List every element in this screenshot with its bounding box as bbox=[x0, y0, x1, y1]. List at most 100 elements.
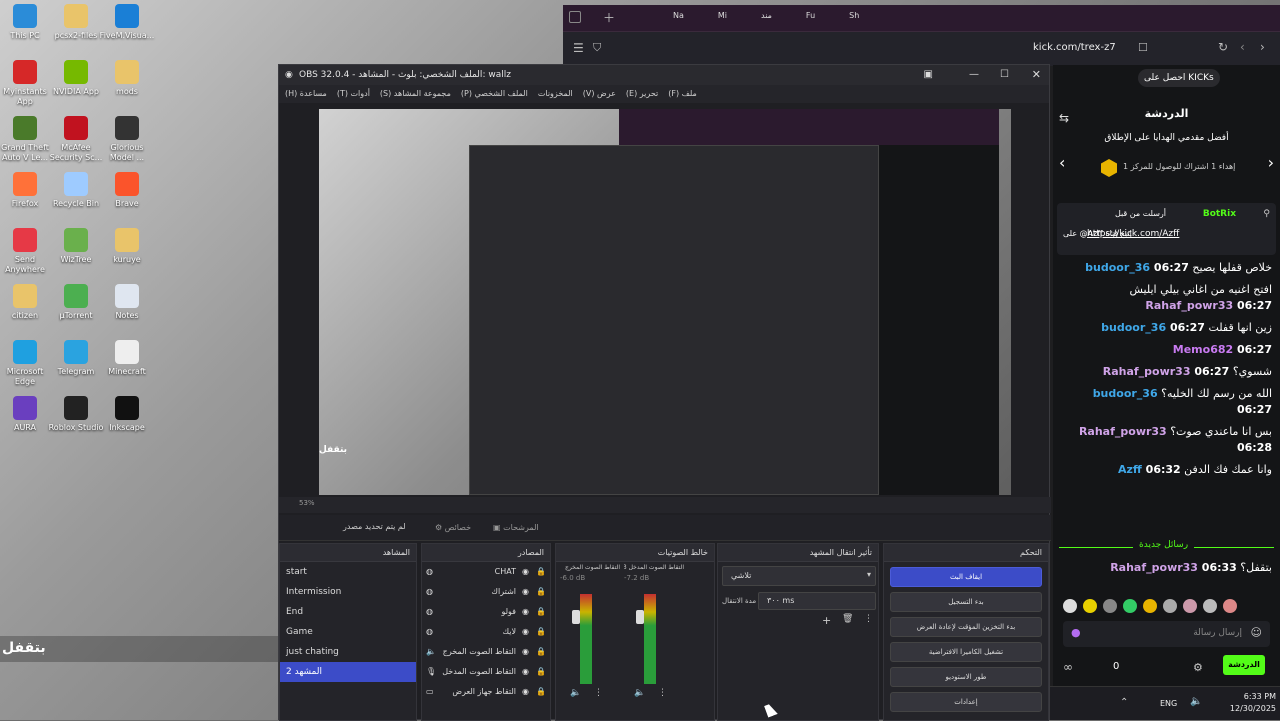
obs-menu-item[interactable]: الملف الشخصي (P) bbox=[461, 85, 528, 103]
source-item[interactable]: ◍ اشتراك ◉ 🔒 bbox=[422, 582, 550, 602]
scene-item[interactable]: just chating bbox=[280, 642, 416, 662]
desktop-icon[interactable]: Grand Theft Auto V Le... bbox=[0, 116, 53, 163]
tab-actions-icon[interactable] bbox=[569, 11, 581, 23]
eye-icon[interactable]: ◉ bbox=[522, 582, 536, 602]
emote-icon[interactable] bbox=[1103, 599, 1117, 613]
desktop-icon[interactable]: Roblox Studio bbox=[48, 396, 104, 433]
control-button[interactable]: بدء التسجيل bbox=[890, 592, 1042, 612]
pip-icon[interactable]: ▣ bbox=[924, 65, 933, 85]
get-kicks-button[interactable]: احصل على KICKs bbox=[1138, 69, 1220, 87]
emote-icon[interactable] bbox=[1123, 599, 1137, 613]
lock-icon[interactable]: 🔒 bbox=[536, 662, 546, 682]
clock-time[interactable]: 6:33 PM bbox=[1226, 692, 1276, 701]
chat-send-button[interactable]: الدردشة bbox=[1223, 655, 1265, 675]
maximize-icon[interactable]: ☐ bbox=[1000, 65, 1009, 85]
obs-menu-item[interactable]: أدوات (T) bbox=[337, 85, 370, 103]
lock-icon[interactable]: 🔒 bbox=[536, 562, 546, 582]
desktop-icon[interactable]: Microsoft Edge bbox=[0, 340, 53, 387]
transition-select[interactable]: تلاشي ▾ bbox=[722, 566, 876, 586]
eye-icon[interactable]: ◉ bbox=[522, 562, 536, 582]
desktop-icon[interactable]: Telegram bbox=[48, 340, 104, 377]
scene-item[interactable]: Game bbox=[280, 622, 416, 642]
source-item[interactable]: ▭ التقاط جهاز العرض ◉ 🔒 bbox=[422, 682, 550, 702]
control-button[interactable]: بدء التخزين المؤقت لإعادة العرض bbox=[890, 617, 1042, 637]
emote-icon[interactable] bbox=[1163, 599, 1177, 613]
reload-icon[interactable]: ↻ bbox=[1218, 40, 1228, 54]
add-transition-icon[interactable]: + bbox=[822, 614, 831, 627]
obs-menu-item[interactable]: عرض (V) bbox=[583, 85, 616, 103]
infinity-icon[interactable]: ∞ bbox=[1063, 660, 1073, 674]
chat-username[interactable]: budoor_36 bbox=[1101, 321, 1170, 334]
next-arrow-icon[interactable]: › bbox=[1268, 153, 1274, 172]
menu-icon[interactable]: ☰ bbox=[573, 41, 584, 55]
desktop-icon[interactable]: AURA bbox=[0, 396, 53, 433]
clock-date[interactable]: 12/30/2025 bbox=[1226, 704, 1276, 713]
tray-chevron-icon[interactable]: ⌃ bbox=[1120, 697, 1128, 708]
eye-icon[interactable]: ◉ bbox=[522, 602, 536, 622]
new-tab-icon[interactable]: ＋ bbox=[603, 9, 615, 26]
desktop-icon[interactable]: FiveM.Visua... bbox=[99, 4, 155, 41]
more-icon[interactable]: ⋮ bbox=[658, 688, 667, 698]
emote-icon[interactable] bbox=[1143, 599, 1157, 613]
emote-icon[interactable] bbox=[1223, 599, 1237, 613]
desktop-icon[interactable]: Recycle Bin bbox=[48, 172, 104, 209]
obs-menu-item[interactable]: تحرير (E) bbox=[626, 85, 658, 103]
desktop-icon[interactable]: NVIDIA App bbox=[48, 60, 104, 97]
browser-tab[interactable]: Fu bbox=[806, 11, 815, 20]
lock-icon[interactable]: 🔒 bbox=[536, 582, 546, 602]
emote-icon[interactable] bbox=[1083, 599, 1097, 613]
speaker-icon[interactable]: 🔈 bbox=[634, 688, 645, 698]
desktop-icon[interactable]: Myinstants App bbox=[0, 60, 53, 107]
desktop-icon[interactable]: Send Anywhere bbox=[0, 228, 53, 275]
trash-icon[interactable]: 🗑 bbox=[842, 614, 853, 624]
scene-item[interactable]: start bbox=[280, 562, 416, 582]
obs-preview[interactable]: بتقفل bbox=[319, 109, 1011, 495]
chat-username[interactable]: Azff bbox=[1118, 463, 1146, 476]
chat-username[interactable]: Memo682 bbox=[1173, 343, 1237, 356]
desktop-icon[interactable]: Notes bbox=[99, 284, 155, 321]
minimize-icon[interactable]: — bbox=[969, 65, 979, 85]
scene-item[interactable]: Intermission bbox=[280, 582, 416, 602]
speaker-icon[interactable]: 🔈 bbox=[570, 688, 581, 698]
obs-menu-item[interactable]: ملف (F) bbox=[668, 85, 697, 103]
more-icon[interactable]: ⋮ bbox=[594, 688, 603, 698]
eye-icon[interactable]: ◉ bbox=[522, 682, 536, 702]
emote-icon[interactable] bbox=[1203, 599, 1217, 613]
lock-icon[interactable]: 🔒 bbox=[536, 622, 546, 642]
chat-username[interactable]: Rahaf_powr33 bbox=[1079, 425, 1167, 438]
lock-icon[interactable]: 🔒 bbox=[536, 682, 546, 702]
volume-icon[interactable]: 🔈 bbox=[1190, 696, 1202, 707]
control-button[interactable]: طور الاستوديو bbox=[890, 667, 1042, 687]
emote-icon[interactable] bbox=[1183, 599, 1197, 613]
desktop-icon[interactable]: kuruye bbox=[99, 228, 155, 265]
obs-menu-item[interactable]: مساعدة (H) bbox=[285, 85, 327, 103]
lock-icon[interactable]: 🔒 bbox=[536, 602, 546, 622]
lock-icon[interactable]: 🔒 bbox=[536, 642, 546, 662]
filters-button[interactable]: ▣ المرشحات bbox=[487, 520, 545, 536]
eye-icon[interactable]: ◉ bbox=[522, 662, 536, 682]
desktop-icon[interactable]: Inkscape bbox=[99, 396, 155, 433]
source-item[interactable]: 🔈 التقاط الصوت المخرج ◉ 🔒 bbox=[422, 642, 550, 662]
obs-menu-item[interactable]: المخزونات bbox=[538, 85, 573, 103]
browser-tab[interactable]: مند bbox=[761, 11, 772, 20]
obs-menu-item[interactable]: مجموعة المشاهد (S) bbox=[380, 85, 451, 103]
browser-tab[interactable]: Mi bbox=[718, 11, 727, 20]
bookmark-icon[interactable]: ☐ bbox=[1138, 41, 1148, 54]
desktop-icon[interactable]: Firefox bbox=[0, 172, 53, 209]
desktop-icon[interactable]: Brave bbox=[99, 172, 155, 209]
prev-arrow-icon[interactable]: ‹ bbox=[1059, 153, 1065, 172]
source-item[interactable]: ◍ لايك ◉ 🔒 bbox=[422, 622, 550, 642]
desktop-icon[interactable]: Minecraft bbox=[99, 340, 155, 377]
source-item[interactable]: ◍ CHAT ◉ 🔒 bbox=[422, 562, 550, 582]
desktop-icon[interactable]: mods bbox=[99, 60, 155, 97]
desktop-icon[interactable]: pcsx2-files bbox=[48, 4, 104, 41]
chat-username[interactable]: budoor_36 bbox=[1093, 387, 1158, 400]
settings-icon[interactable]: ⚙ bbox=[1193, 661, 1203, 674]
source-item[interactable]: 🎙 التقاط الصوت المدخل ◉ 🔒 bbox=[422, 662, 550, 682]
chat-input[interactable]: إرسال رسالة ☺ ● bbox=[1063, 621, 1270, 647]
mic-icon[interactable]: ● bbox=[1071, 626, 1081, 639]
zoom-level[interactable]: 53% bbox=[299, 499, 315, 507]
scene-item[interactable]: End bbox=[280, 602, 416, 622]
shield-icon[interactable]: ⛉ bbox=[593, 41, 601, 55]
chat-username[interactable]: Rahaf_powr33 bbox=[1145, 299, 1237, 312]
